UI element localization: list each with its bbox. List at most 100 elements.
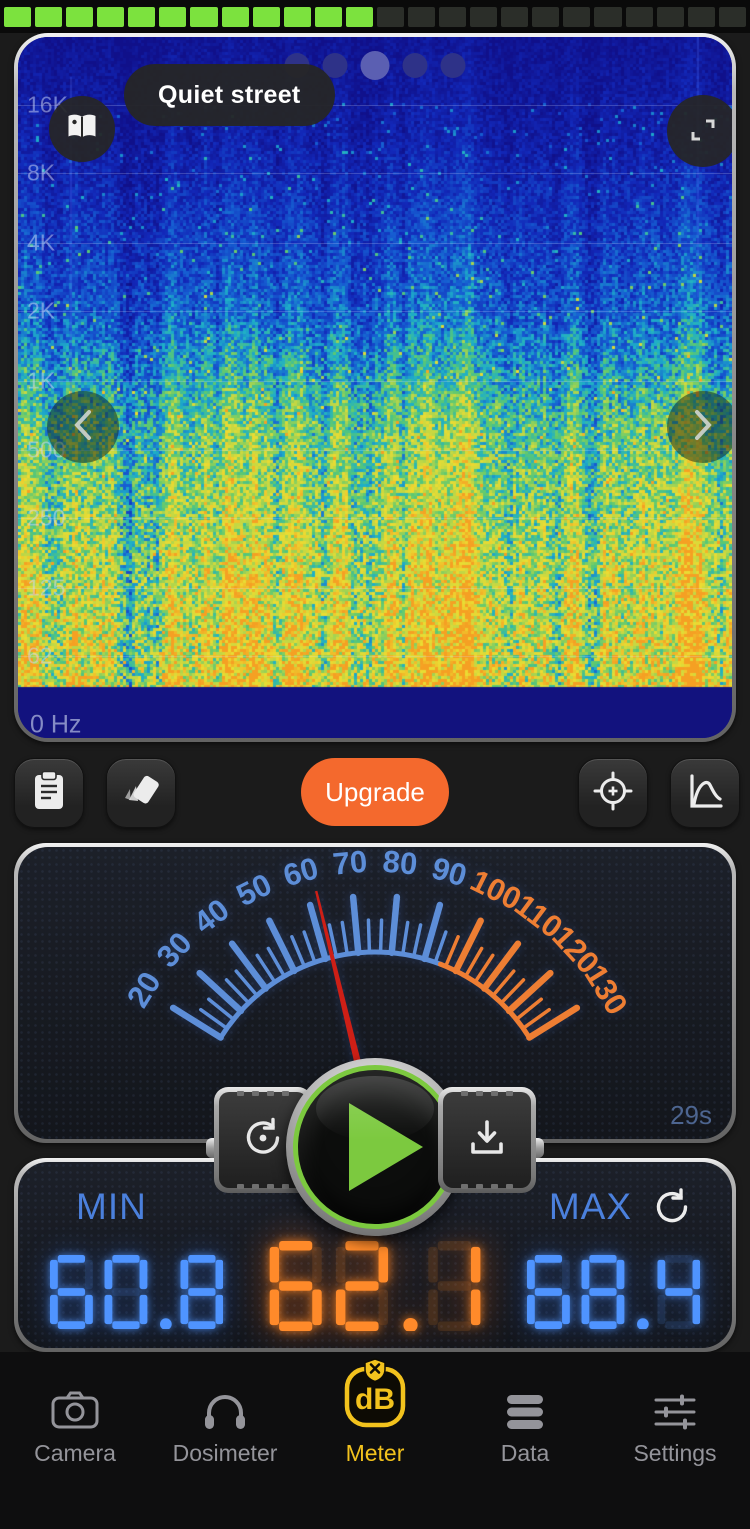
level-segment bbox=[532, 7, 559, 27]
freq-label: 4K bbox=[27, 230, 55, 257]
freq-label: 250 bbox=[27, 505, 65, 532]
book-icon bbox=[65, 112, 99, 147]
crosshair-icon bbox=[592, 770, 634, 817]
fullscreen-button[interactable] bbox=[667, 95, 732, 167]
level-segment bbox=[190, 7, 217, 27]
level-segment bbox=[253, 7, 280, 27]
tab-bar: Camera Dosimeter dB Meter Data Settings bbox=[0, 1352, 750, 1529]
recording-duration: 29s bbox=[670, 1100, 712, 1131]
play-icon bbox=[349, 1103, 423, 1191]
svg-text:40: 40 bbox=[187, 892, 236, 941]
freq-gridline bbox=[18, 518, 732, 519]
sliders-icon bbox=[652, 1366, 698, 1432]
level-segment bbox=[439, 7, 466, 27]
level-segment bbox=[657, 7, 684, 27]
tab-dosimeter[interactable]: Dosimeter bbox=[150, 1366, 300, 1467]
freq-gridline bbox=[18, 173, 732, 174]
db-meter-icon: dB bbox=[342, 1366, 408, 1432]
spectrogram-panel: 16K8K4K2K1K50025012562 0 Hz Quiet street bbox=[14, 33, 736, 742]
prev-page-button[interactable] bbox=[47, 391, 119, 463]
level-segment bbox=[688, 7, 715, 27]
tab-label: Meter bbox=[346, 1440, 405, 1467]
page-dot[interactable] bbox=[403, 53, 428, 78]
level-segment bbox=[719, 7, 746, 27]
level-segment bbox=[501, 7, 528, 27]
freq-gridline bbox=[18, 243, 732, 244]
freq-gridline bbox=[18, 450, 732, 451]
expand-icon bbox=[688, 114, 718, 149]
tab-meter[interactable]: dB Meter bbox=[300, 1366, 450, 1467]
tab-label: Dosimeter bbox=[173, 1440, 278, 1467]
min-value bbox=[50, 1255, 223, 1334]
current-value bbox=[270, 1241, 481, 1336]
level-segment bbox=[626, 7, 653, 27]
tab-camera[interactable]: Camera bbox=[0, 1366, 150, 1467]
level-segment bbox=[563, 7, 590, 27]
level-segment bbox=[97, 7, 124, 27]
freq-label: 8K bbox=[27, 160, 55, 187]
camera-icon bbox=[50, 1366, 100, 1432]
tab-label: Settings bbox=[633, 1440, 716, 1467]
page-dot[interactable] bbox=[441, 53, 466, 78]
reset-minmax-button[interactable] bbox=[652, 1188, 692, 1233]
tab-label: Data bbox=[501, 1440, 550, 1467]
app-screen: 16K8K4K2K1K50025012562 0 Hz Quiet street bbox=[0, 0, 750, 1529]
svg-text:50: 50 bbox=[231, 867, 277, 914]
level-segment bbox=[408, 7, 435, 27]
freq-gridline bbox=[18, 588, 732, 589]
svg-text:80: 80 bbox=[381, 847, 419, 882]
freq-label: 1K bbox=[27, 368, 55, 395]
svg-text:60: 60 bbox=[279, 850, 322, 893]
level-segment bbox=[4, 7, 31, 27]
save-recording-button[interactable] bbox=[438, 1087, 536, 1193]
download-icon bbox=[465, 1116, 509, 1165]
freq-label: 2K bbox=[27, 298, 55, 325]
audio-level-bar bbox=[0, 0, 750, 33]
preset-title: Quiet street bbox=[158, 81, 301, 110]
freq-gridline bbox=[18, 381, 732, 382]
reset-icon bbox=[240, 1115, 286, 1166]
svg-text:dB: dB bbox=[355, 1383, 395, 1416]
min-label: MIN bbox=[76, 1186, 147, 1228]
swatches-icon bbox=[121, 771, 161, 816]
level-segment bbox=[35, 7, 62, 27]
upgrade-button[interactable]: Upgrade bbox=[301, 758, 449, 826]
svg-text:30: 30 bbox=[150, 925, 199, 974]
tab-settings[interactable]: Settings bbox=[600, 1366, 750, 1467]
level-segment bbox=[470, 7, 497, 27]
max-value bbox=[527, 1255, 700, 1334]
zero-hz-label: 0 Hz bbox=[30, 711, 81, 739]
level-segment bbox=[346, 7, 373, 27]
level-segment bbox=[315, 7, 342, 27]
svg-text:20: 20 bbox=[120, 966, 168, 1014]
level-segment bbox=[284, 7, 311, 27]
next-page-button[interactable] bbox=[667, 391, 732, 463]
chevron-right-icon bbox=[692, 408, 714, 447]
svg-text:90: 90 bbox=[428, 850, 471, 893]
tab-data[interactable]: Data bbox=[450, 1366, 600, 1467]
legend-button[interactable] bbox=[49, 96, 115, 162]
level-segment bbox=[377, 7, 404, 27]
spectrogram-canvas[interactable] bbox=[18, 37, 732, 738]
page-dot[interactable] bbox=[361, 51, 390, 80]
freq-label: 125 bbox=[27, 575, 65, 602]
headphones-icon bbox=[201, 1366, 249, 1432]
svg-text:70: 70 bbox=[331, 847, 369, 882]
freq-label: 62 bbox=[27, 643, 53, 670]
level-segment bbox=[159, 7, 186, 27]
calibration-button[interactable] bbox=[578, 758, 648, 828]
clipboard-icon bbox=[31, 770, 67, 817]
report-button[interactable] bbox=[14, 758, 84, 828]
preset-title-pill[interactable]: Quiet street bbox=[124, 64, 335, 126]
freq-gridline bbox=[18, 311, 732, 312]
level-segment bbox=[66, 7, 93, 27]
color-theme-button[interactable] bbox=[106, 758, 176, 828]
data-list-icon bbox=[502, 1366, 548, 1432]
line-chart-icon bbox=[685, 771, 725, 816]
statistics-chart-button[interactable] bbox=[670, 758, 740, 828]
chevron-left-icon bbox=[72, 408, 94, 447]
max-label: MAX bbox=[549, 1186, 632, 1228]
tab-label: Camera bbox=[34, 1440, 116, 1467]
level-segment bbox=[222, 7, 249, 27]
freq-gridline bbox=[18, 656, 732, 657]
